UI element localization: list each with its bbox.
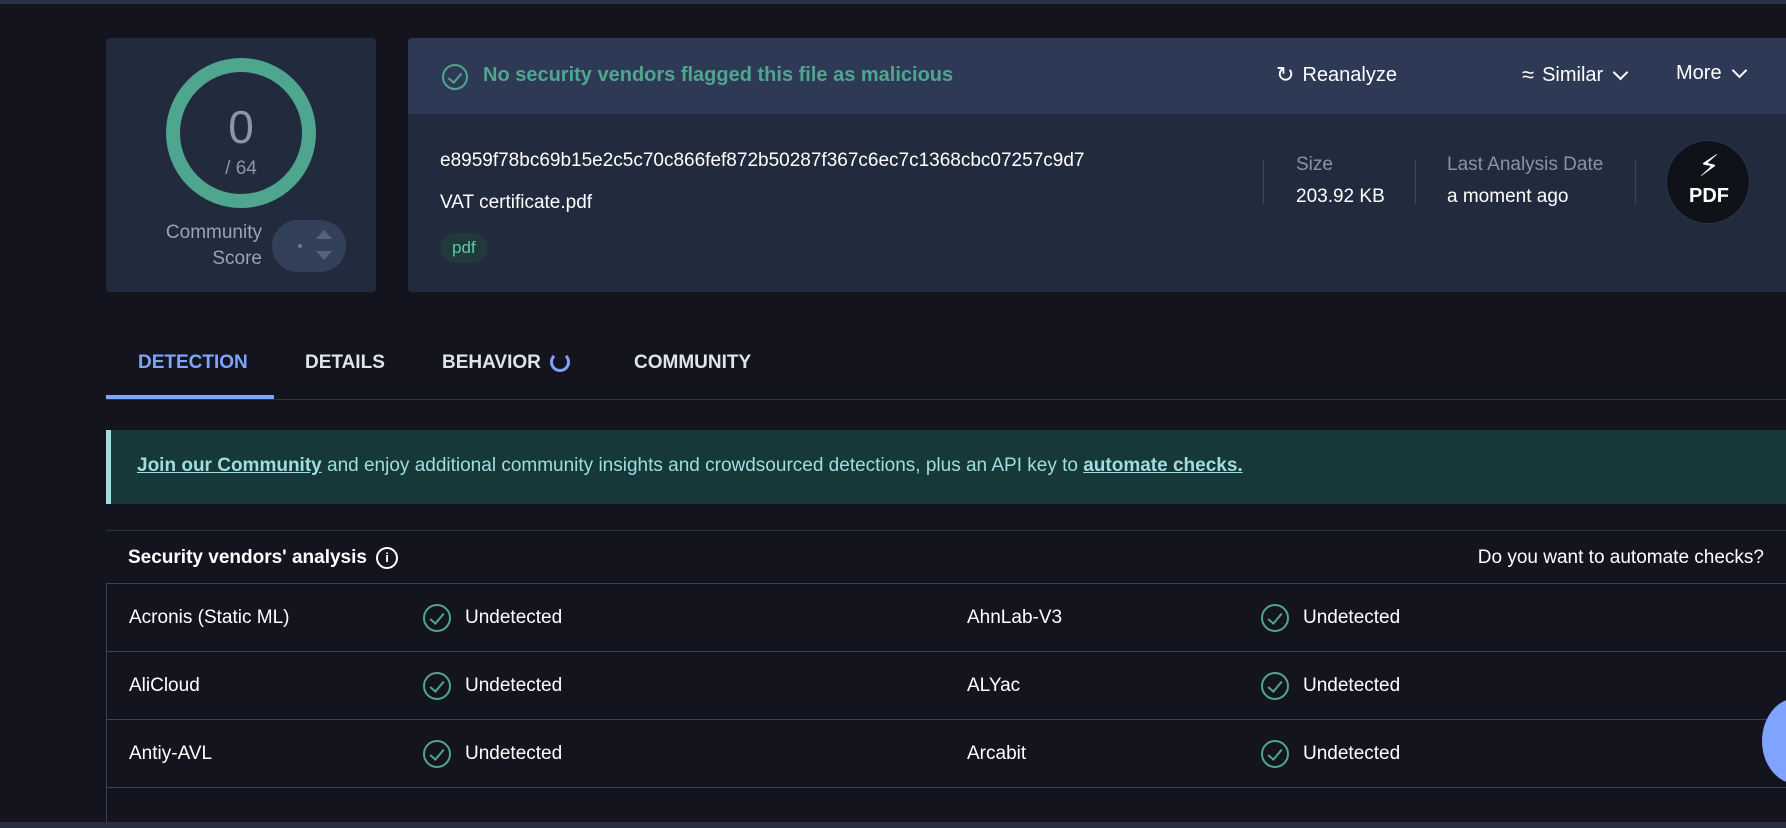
top-border xyxy=(0,0,1786,4)
file-hash[interactable]: e8959f78bc69b15e2c5c70c866fef872b50287f3… xyxy=(440,150,1084,172)
vote-up-icon[interactable] xyxy=(316,230,332,239)
loading-spinner-icon xyxy=(550,352,570,372)
check-circle-icon xyxy=(423,604,451,632)
vote-value-dot xyxy=(298,244,302,248)
vendor-name: Acronis (Static ML) xyxy=(129,607,290,628)
vendor-name: ALYac xyxy=(967,675,1021,696)
tab-behavior[interactable]: BEHAVIOR xyxy=(442,352,541,374)
automate-checks-question-link[interactable]: Do you want to automate checks? xyxy=(1478,547,1764,569)
acrobat-icon: ⚡ xyxy=(1698,150,1720,183)
file-tag[interactable]: pdf xyxy=(440,233,488,263)
reanalyze-button[interactable]: ↻ Reanalyze xyxy=(1276,62,1397,88)
tab-community[interactable]: COMMUNITY xyxy=(634,352,751,374)
more-label: More xyxy=(1676,62,1722,84)
check-circle-icon xyxy=(442,64,468,90)
community-banner: Join our Community and enjoy additional … xyxy=(106,430,1786,504)
vendor-result: Undetected xyxy=(1303,743,1401,764)
refresh-icon: ↻ xyxy=(1276,62,1295,87)
community-score-label: Community Score xyxy=(165,222,262,269)
check-circle-icon xyxy=(1261,672,1289,700)
bottom-border xyxy=(0,822,1786,828)
table-row: AliCloud Undetected ALYac Undetected xyxy=(107,652,1786,720)
last-analysis-value: a moment ago xyxy=(1447,186,1569,207)
vendor-name: AliCloud xyxy=(129,675,200,696)
divider xyxy=(1415,160,1416,204)
vendor-name: AhnLab-V3 xyxy=(967,607,1063,628)
similar-label: Similar xyxy=(1542,63,1604,86)
tab-details[interactable]: DETAILS xyxy=(305,352,385,374)
engine-total: / 64 xyxy=(225,158,257,179)
verdict-text: No security vendors flagged this file as… xyxy=(483,64,954,86)
verdict-header: No security vendors flagged this file as… xyxy=(408,38,1786,114)
vendor-name: Antiy-AVL xyxy=(129,743,213,764)
tab-detection[interactable]: DETECTION xyxy=(138,352,248,374)
check-circle-icon xyxy=(423,672,451,700)
vendors-title: Security vendors' analysis xyxy=(128,547,367,568)
file-info-card: No security vendors flagged this file as… xyxy=(408,38,1786,292)
size-label: Size xyxy=(1296,154,1333,175)
report-tabs: DETECTION DETAILS BEHAVIOR COMMUNITY xyxy=(106,344,1786,400)
check-circle-icon xyxy=(1261,604,1289,632)
vendor-result: Undetected xyxy=(465,607,563,628)
file-type-badge: ⚡ PDF xyxy=(1666,140,1750,224)
vendor-result: Undetected xyxy=(465,675,563,696)
detection-count: 0 xyxy=(228,101,254,153)
banner-middle-text: and enjoy additional community insights … xyxy=(321,455,1084,476)
automate-checks-link[interactable]: automate checks. xyxy=(1083,455,1242,476)
vendors-table: Acronis (Static ML) Undetected AhnLab-V3… xyxy=(106,584,1786,828)
similar-icon: ≈ xyxy=(1522,62,1535,87)
vendor-result: Undetected xyxy=(1303,607,1401,628)
check-circle-icon xyxy=(1261,740,1289,768)
chevron-down-icon xyxy=(1731,62,1747,79)
divider xyxy=(1263,160,1264,204)
community-vote-control[interactable] xyxy=(272,220,346,272)
active-tab-indicator xyxy=(106,395,274,399)
more-dropdown[interactable]: More xyxy=(1676,62,1747,85)
vendor-result: Undetected xyxy=(1303,675,1401,696)
vendor-result: Undetected xyxy=(465,743,563,764)
divider xyxy=(1635,160,1636,204)
last-analysis-label: Last Analysis Date xyxy=(1447,154,1604,175)
vendor-name: Arcabit xyxy=(967,743,1027,764)
table-row: Acronis (Static ML) Undetected AhnLab-V3… xyxy=(107,584,1786,652)
similar-dropdown[interactable]: ≈ Similar xyxy=(1522,62,1629,88)
vendors-header: Security vendors' analysis i Do you want… xyxy=(106,530,1786,584)
join-community-link[interactable]: Join our Community xyxy=(137,455,322,476)
vendors-analysis: Security vendors' analysis i Do you want… xyxy=(106,530,1786,828)
info-icon[interactable]: i xyxy=(376,547,398,569)
vote-down-icon[interactable] xyxy=(316,251,332,260)
score-ring: 0 / 64 xyxy=(166,58,316,208)
detection-score-card: 0 / 64 Community Score xyxy=(106,38,376,292)
chevron-down-icon xyxy=(1612,64,1629,80)
size-value: 203.92 KB xyxy=(1296,186,1385,207)
file-type-label: PDF xyxy=(1689,185,1729,207)
banner-text: Join our Community and enjoy additional … xyxy=(137,455,1243,477)
check-circle-icon xyxy=(423,740,451,768)
table-row: Antiy-AVL Undetected Arcabit Undetected xyxy=(107,720,1786,788)
file-name: VAT certificate.pdf xyxy=(440,192,593,213)
reanalyze-label: Reanalyze xyxy=(1302,63,1397,86)
